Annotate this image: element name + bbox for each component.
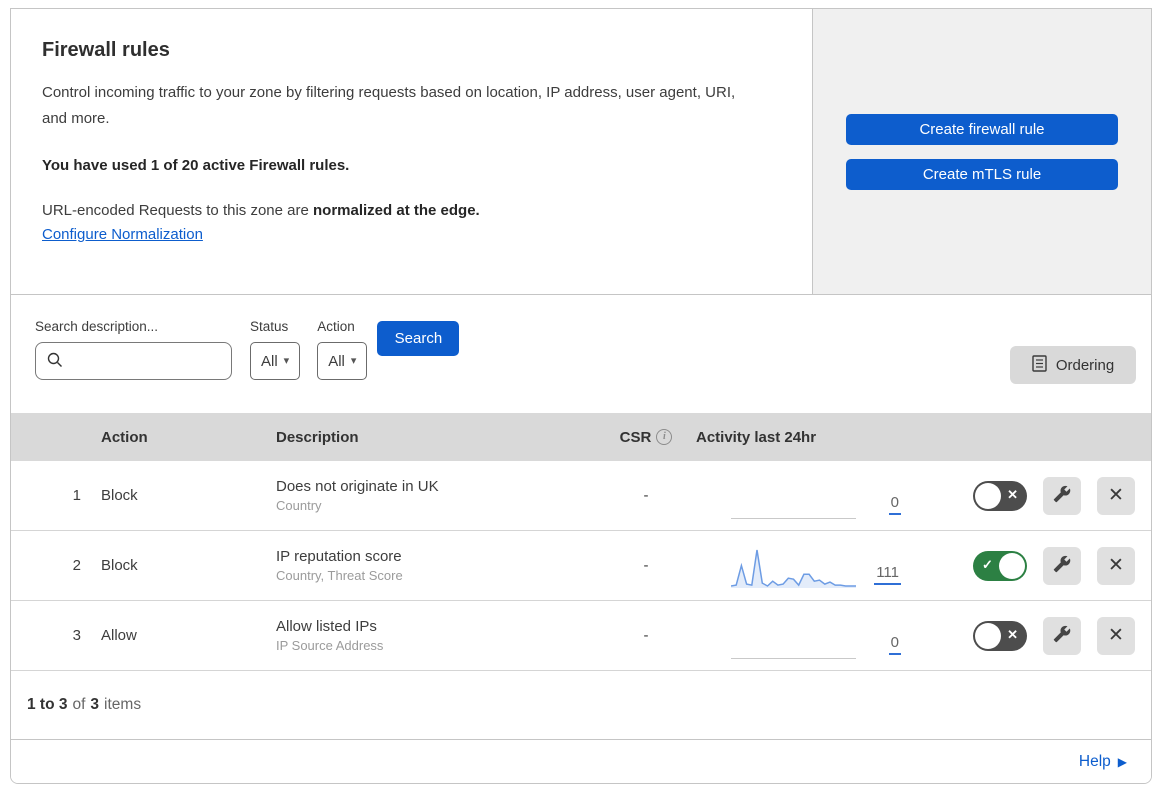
column-csr: CSR i bbox=[596, 429, 696, 446]
x-icon: ✕ bbox=[1007, 486, 1018, 502]
pagination-total: 3 bbox=[90, 696, 100, 713]
activity-count-link[interactable]: 0 bbox=[888, 494, 901, 515]
rule-action: Allow bbox=[101, 627, 137, 644]
ordering-button[interactable]: Ordering bbox=[1010, 346, 1136, 384]
rule-enabled-toggle[interactable]: ✓ ✕ bbox=[973, 550, 1027, 581]
pagination-bar: 1 to 3 of 3 items bbox=[11, 671, 1151, 740]
pagination-range: 1 to 3 bbox=[27, 696, 68, 713]
activity-sparkline bbox=[731, 479, 856, 519]
table-row: 3 Allow Allow listed IPs IP Source Addre… bbox=[11, 601, 1151, 671]
rule-criteria: Country, Threat Score bbox=[276, 568, 403, 583]
overview-description: Control incoming traffic to your zone by… bbox=[42, 84, 736, 127]
search-input[interactable] bbox=[35, 342, 232, 380]
column-action: Action bbox=[101, 428, 148, 446]
search-icon bbox=[47, 352, 63, 373]
close-icon: ✕ bbox=[1108, 555, 1124, 576]
action-dropdown-value: All bbox=[328, 352, 345, 370]
delete-rule-button[interactable]: ✕ bbox=[1097, 476, 1135, 515]
activity-count-link[interactable]: 111 bbox=[874, 564, 901, 585]
normalization-note: URL-encoded Requests to this zone are no… bbox=[42, 202, 742, 219]
rule-criteria: Country bbox=[276, 498, 322, 513]
activity-sparkline bbox=[730, 545, 856, 589]
rule-action: Block bbox=[101, 487, 138, 504]
page-title: Firewall rules bbox=[42, 39, 170, 61]
wrench-icon bbox=[1053, 485, 1071, 506]
column-activity: Activity last 24hr bbox=[696, 428, 817, 446]
rule-criteria: IP Source Address bbox=[276, 638, 384, 653]
toggle-knob bbox=[999, 552, 1025, 579]
status-dropdown-value: All bbox=[261, 352, 278, 370]
toggle-knob bbox=[975, 482, 1001, 509]
create-mtls-rule-button[interactable]: Create mTLS rule bbox=[846, 158, 1118, 190]
rule-enabled-toggle[interactable]: ✓ ✕ bbox=[973, 620, 1027, 651]
wrench-icon bbox=[1053, 555, 1071, 576]
ordering-button-label: Ordering bbox=[1055, 356, 1115, 374]
rule-action: Block bbox=[101, 557, 138, 574]
toggle-knob bbox=[975, 622, 1001, 649]
rule-priority: 1 bbox=[72, 487, 81, 504]
status-dropdown[interactable]: All ▾ bbox=[250, 342, 301, 380]
rule-priority: 3 bbox=[72, 627, 81, 644]
chevron-down-icon: ▾ bbox=[283, 354, 290, 367]
column-csr-label: CSR bbox=[619, 428, 652, 446]
rule-priority: 2 bbox=[72, 557, 81, 574]
normalization-bold: normalized at the edge. bbox=[313, 201, 480, 219]
rule-csr-value: - bbox=[643, 487, 649, 504]
rule-description: Does not originate in UK bbox=[276, 478, 439, 495]
search-label: Search description... bbox=[35, 319, 159, 334]
edit-rule-button[interactable] bbox=[1043, 476, 1081, 515]
configure-normalization-link[interactable]: Configure Normalization bbox=[42, 226, 203, 243]
filter-bar: Search description... Status All ▾ Actio… bbox=[11, 295, 1151, 413]
table-row: 1 Block Does not originate in UK Country… bbox=[11, 461, 1151, 531]
pagination-items: items bbox=[104, 696, 142, 713]
table-row: 2 Block IP reputation score Country, Thr… bbox=[11, 531, 1151, 601]
chevron-down-icon: ▾ bbox=[350, 354, 357, 367]
create-firewall-rule-button[interactable]: Create firewall rule bbox=[846, 113, 1118, 145]
rule-description: Allow listed IPs bbox=[276, 618, 377, 635]
status-filter-label: Status bbox=[250, 319, 289, 334]
help-link[interactable]: Help bbox=[1079, 753, 1111, 771]
column-description: Description bbox=[276, 428, 359, 446]
check-icon: ✓ bbox=[982, 556, 993, 572]
table-header: Action Description CSR i Activity last 2… bbox=[11, 413, 1151, 461]
close-icon: ✕ bbox=[1108, 485, 1124, 506]
actions-panel: Create firewall rule Create mTLS rule bbox=[813, 9, 1151, 294]
arrow-right-icon: ▶ bbox=[1117, 754, 1127, 769]
overview-section: Firewall rules Control incoming traffic … bbox=[11, 9, 1151, 295]
x-icon: ✕ bbox=[1007, 626, 1018, 642]
edit-rule-button[interactable] bbox=[1043, 616, 1081, 655]
edit-rule-button[interactable] bbox=[1043, 546, 1081, 585]
usage-summary: You have used 1 of 20 active Firewall ru… bbox=[42, 156, 350, 174]
ordering-icon bbox=[1032, 354, 1047, 376]
rule-csr-value: - bbox=[643, 627, 649, 644]
rule-description: IP reputation score bbox=[276, 548, 402, 565]
firewall-rules-panel: Firewall rules Control incoming traffic … bbox=[10, 8, 1152, 784]
action-filter-label: Action bbox=[317, 319, 355, 334]
overview-card: Firewall rules Control incoming traffic … bbox=[11, 9, 813, 294]
normalization-prefix: URL-encoded Requests to this zone are bbox=[42, 201, 313, 219]
pagination-of: of bbox=[72, 696, 86, 713]
action-dropdown[interactable]: All ▾ bbox=[317, 342, 368, 380]
activity-count-link[interactable]: 0 bbox=[888, 634, 901, 655]
wrench-icon bbox=[1053, 625, 1071, 646]
rule-enabled-toggle[interactable]: ✓ ✕ bbox=[973, 480, 1027, 511]
search-button[interactable]: Search bbox=[377, 321, 460, 356]
close-icon: ✕ bbox=[1108, 625, 1124, 646]
rule-csr-value: - bbox=[643, 557, 649, 574]
activity-sparkline bbox=[731, 619, 856, 659]
delete-rule-button[interactable]: ✕ bbox=[1097, 616, 1135, 655]
info-icon[interactable]: i bbox=[656, 429, 673, 445]
delete-rule-button[interactable]: ✕ bbox=[1097, 546, 1135, 585]
help-footer: Help ▶ bbox=[11, 740, 1151, 783]
